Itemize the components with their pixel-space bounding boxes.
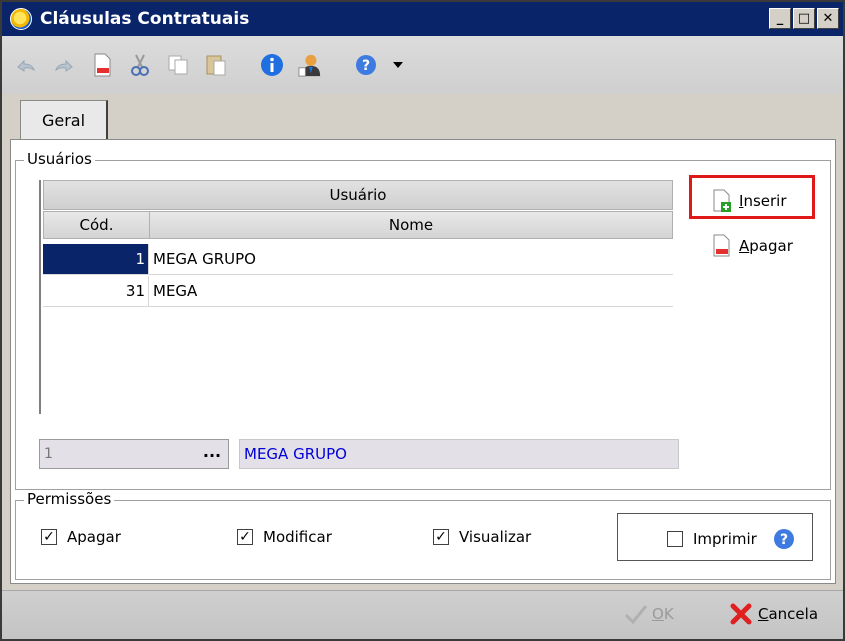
user-name-field: MEGA GRUPO [239,439,679,469]
dialog-window: Cláusulas Contratuais _ □ ✕ ? Geral Usuá… [0,0,845,641]
cell-cod[interactable]: 31 [43,276,149,306]
info-icon[interactable] [260,53,284,77]
grid-band-header: Usuário [43,180,673,210]
tab-container: Geral Usuários Usuário Cód. Nome 1 MEGA … [10,100,836,584]
footer-bar: OK Cancela [2,590,843,639]
paste-icon[interactable] [204,53,228,77]
checkbox-label: Imprimir [693,530,757,548]
permissoes-group-label: Permissões [24,490,115,508]
svg-text:?: ? [362,58,370,74]
column-header-cod[interactable]: Cód. [44,212,150,238]
delete-label: Apagar [739,237,793,255]
cancel-label: Cancela [758,605,819,623]
column-header-nome[interactable]: Nome [150,212,672,238]
usuarios-group-label: Usuários [24,150,95,168]
redo-icon[interactable] [52,53,76,77]
checkbox-label: Modificar [263,528,332,546]
add-document-icon [713,189,731,212]
grid-band-header-label: Usuário [329,186,387,204]
checkbox-label: Apagar [67,528,121,546]
new-document-icon[interactable] [90,53,114,77]
toolbar: ? [2,36,843,94]
tab-label: Geral [41,111,86,130]
checkbox-box[interactable]: ✓ [237,529,253,545]
cell-cod[interactable]: 1 [43,244,149,274]
window-title: Cláusulas Contratuais [40,9,250,29]
cancel-button[interactable]: Cancela [730,603,818,625]
dropdown-arrow-icon[interactable] [392,53,404,77]
checkbox-modificar[interactable]: ✓ Modificar [237,528,332,546]
cell-nome[interactable]: MEGA [149,276,673,306]
cut-icon[interactable] [128,53,152,77]
checkmark-icon [624,605,648,625]
grid-column-headers: Cód. Nome [43,211,673,239]
title-bar[interactable]: Cláusulas Contratuais _ □ ✕ [2,2,843,36]
checkbox-apagar[interactable]: ✓ Apagar [41,528,121,546]
window-controls: _ □ ✕ [769,8,839,29]
maximize-button[interactable]: □ [793,8,815,29]
svg-text:?: ? [780,532,788,548]
checkbox-label: Visualizar [459,528,532,546]
delete-button[interactable]: Apagar [711,234,793,258]
table-row[interactable]: 31 MEGA [43,276,673,307]
copy-icon[interactable] [166,53,190,77]
ok-label: OK [652,605,674,623]
user-lookup-button[interactable]: ... [197,439,227,469]
help-icon[interactable]: ? [773,528,795,550]
tab-panel-geral: Usuários Usuário Cód. Nome 1 MEGA GRUPO … [10,139,836,584]
checkbox-box[interactable]: ✓ [41,529,57,545]
delete-document-icon [713,234,730,257]
checkbox-box[interactable] [667,531,683,547]
insert-button[interactable]: Inserir [711,189,787,213]
help-icon[interactable]: ? [354,53,378,77]
checkbox-visualizar[interactable]: ✓ Visualizar [433,528,531,546]
tab-geral[interactable]: Geral [20,100,108,140]
undo-icon[interactable] [14,53,38,77]
close-button[interactable]: ✕ [817,8,839,29]
checkbox-imprimir[interactable]: Imprimir ? [667,528,795,550]
checkbox-box[interactable]: ✓ [433,529,449,545]
minimize-button[interactable]: _ [769,8,791,29]
table-row[interactable]: 1 MEGA GRUPO [43,244,673,275]
user-icon[interactable] [298,53,322,77]
app-icon [10,8,32,30]
cell-nome[interactable]: MEGA GRUPO [149,244,673,274]
ok-button[interactable]: OK [624,603,674,625]
cancel-x-icon [730,603,752,625]
insert-label: Inserir [739,192,787,210]
